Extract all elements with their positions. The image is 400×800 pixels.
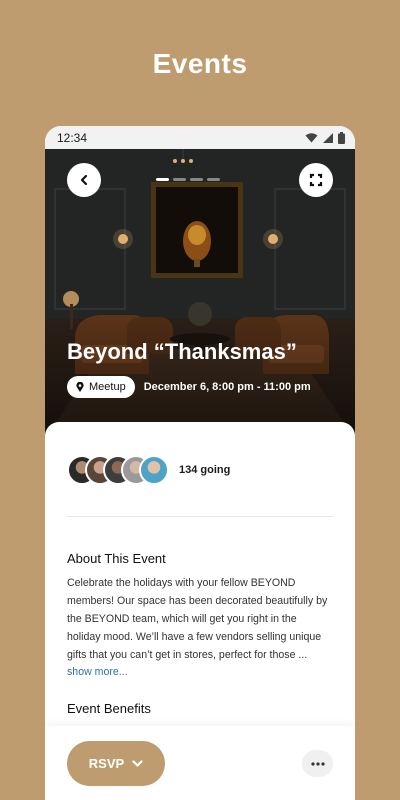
battery-icon xyxy=(338,131,345,144)
benefits-title: Event Benefits xyxy=(67,701,151,716)
going-count: 134 going xyxy=(179,464,231,476)
wifi-icon xyxy=(305,132,318,142)
status-time: 12:34 xyxy=(57,130,88,145)
attendees-row[interactable]: 134 going xyxy=(67,455,333,485)
about-title: About This Event xyxy=(67,551,166,566)
event-type-tag: Meetup xyxy=(67,376,135,398)
action-bar: RSVP xyxy=(45,726,355,800)
about-description: Celebrate the holidays with your fellow … xyxy=(67,577,328,661)
event-meta: Meetup December 6, 8:00 pm - 11:00 pm xyxy=(67,376,311,398)
back-button[interactable] xyxy=(67,163,101,197)
status-icons xyxy=(305,131,345,144)
rsvp-button[interactable]: RSVP xyxy=(67,741,165,786)
event-type-label: Meetup xyxy=(89,381,126,393)
status-bar: 12:34 xyxy=(45,126,355,149)
expand-button[interactable] xyxy=(299,163,333,197)
pager-dot[interactable] xyxy=(173,178,186,181)
location-pin-icon xyxy=(76,382,84,392)
avatar xyxy=(139,455,169,485)
chevron-down-icon xyxy=(132,759,143,767)
event-hero-image: Beyond “Thanksmas” Meetup December 6, 8:… xyxy=(45,149,355,439)
pager-dot[interactable] xyxy=(156,178,169,181)
event-title: Beyond “Thanksmas” xyxy=(67,339,297,364)
event-datetime: December 6, 8:00 pm - 11:00 pm xyxy=(143,381,311,393)
more-dots-icon xyxy=(310,761,325,766)
chevron-left-icon xyxy=(80,174,88,186)
attendee-avatars xyxy=(67,455,169,485)
expand-icon xyxy=(309,173,323,187)
phone-screen: 12:34 Beyond “Thanksmas” Meetup December… xyxy=(45,126,355,800)
show-more-link[interactable]: show more... xyxy=(67,664,333,680)
more-options-button[interactable] xyxy=(302,750,333,777)
pager-dot[interactable] xyxy=(207,178,220,181)
divider xyxy=(67,516,333,517)
image-pager[interactable] xyxy=(156,178,220,181)
page-heading: Events xyxy=(152,48,248,79)
rsvp-label: RSVP xyxy=(88,756,125,771)
pager-dot[interactable] xyxy=(190,178,203,181)
signal-icon xyxy=(323,132,333,143)
